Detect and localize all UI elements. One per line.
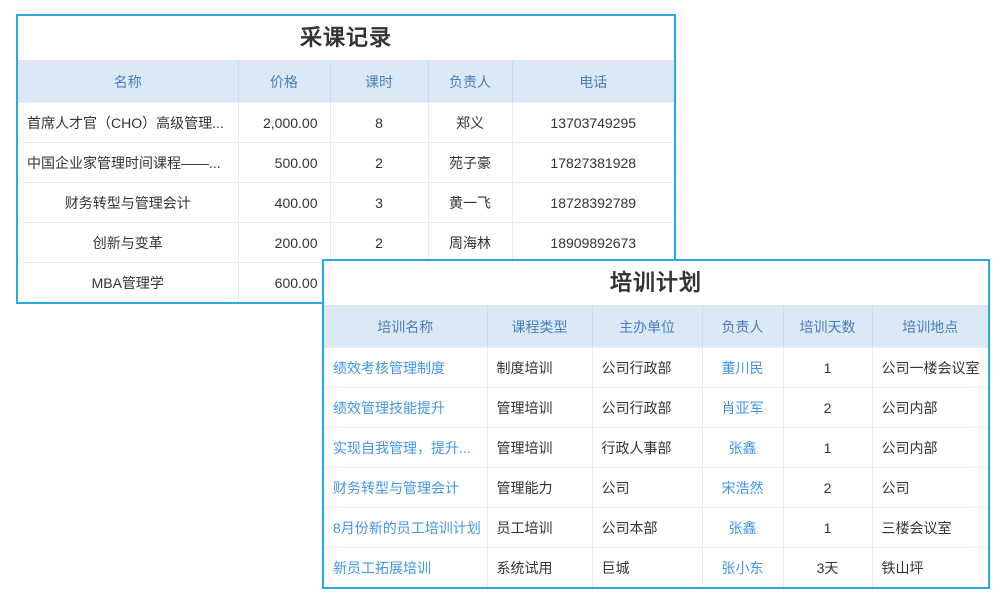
cell-phone: 17827381928 bbox=[512, 143, 674, 183]
cell-training-name: 新员工拓展培训 bbox=[324, 548, 487, 588]
cell-owner: 黄一飞 bbox=[428, 183, 512, 223]
cell-location: 公司内部 bbox=[872, 388, 988, 428]
cell-organizer: 巨城 bbox=[592, 548, 702, 588]
col-header-owner: 负责人 bbox=[428, 61, 512, 103]
cell-hours: 3 bbox=[330, 183, 428, 223]
col-header-phone: 电话 bbox=[512, 61, 674, 103]
cell-days: 2 bbox=[783, 468, 872, 508]
table-row: 首席人才官（CHO）高级管理... 2,000.00 8 郑义 13703749… bbox=[18, 103, 674, 143]
col-header-course-type: 课程类型 bbox=[487, 306, 592, 348]
cell-owner: 张鑫 bbox=[702, 508, 783, 548]
cell-price: 500.00 bbox=[238, 143, 330, 183]
owner-link[interactable]: 张鑫 bbox=[729, 520, 757, 536]
training-name-link[interactable]: 实现自我管理，提升... bbox=[333, 440, 471, 456]
owner-link[interactable]: 董川民 bbox=[722, 360, 764, 376]
cell-owner: 宋浩然 bbox=[702, 468, 783, 508]
cell-owner: 张鑫 bbox=[702, 428, 783, 468]
col-header-price: 价格 bbox=[238, 61, 330, 103]
cell-price: 600.00 bbox=[238, 263, 330, 303]
cell-days: 1 bbox=[783, 428, 872, 468]
cell-owner: 张小东 bbox=[702, 548, 783, 588]
cell-days: 1 bbox=[783, 508, 872, 548]
cell-organizer: 公司行政部 bbox=[592, 388, 702, 428]
cell-training-name: 实现自我管理，提升... bbox=[324, 428, 487, 468]
purchase-header-row: 名称 价格 课时 负责人 电话 bbox=[18, 61, 674, 103]
cell-location: 公司一楼会议室 bbox=[872, 348, 988, 388]
cell-course-type: 管理培训 bbox=[487, 428, 592, 468]
table-row: 实现自我管理，提升... 管理培训 行政人事部 张鑫 1 公司内部 bbox=[324, 428, 988, 468]
owner-link[interactable]: 张鑫 bbox=[729, 440, 757, 456]
cell-course-type: 管理能力 bbox=[487, 468, 592, 508]
cell-owner: 郑义 bbox=[428, 103, 512, 143]
cell-organizer: 行政人事部 bbox=[592, 428, 702, 468]
col-header-course-name: 名称 bbox=[18, 61, 238, 103]
cell-hours: 8 bbox=[330, 103, 428, 143]
table-row: 创新与变革 200.00 2 周海林 18909892673 bbox=[18, 223, 674, 263]
cell-location: 铁山坪 bbox=[872, 548, 988, 588]
cell-days: 3天 bbox=[783, 548, 872, 588]
training-table-title: 培训计划 bbox=[324, 261, 988, 306]
table-row: 中国企业家管理时间课程——... 500.00 2 苑子豪 1782738192… bbox=[18, 143, 674, 183]
table-row: 新员工拓展培训 系统试用 巨城 张小东 3天 铁山坪 bbox=[324, 548, 988, 588]
cell-price: 2,000.00 bbox=[238, 103, 330, 143]
training-name-link[interactable]: 财务转型与管理会计 bbox=[333, 480, 459, 496]
table-row: 绩效管理技能提升 管理培训 公司行政部 肖亚军 2 公司内部 bbox=[324, 388, 988, 428]
cell-organizer: 公司行政部 bbox=[592, 348, 702, 388]
cell-location: 公司内部 bbox=[872, 428, 988, 468]
cell-location: 三楼会议室 bbox=[872, 508, 988, 548]
cell-course-type: 管理培训 bbox=[487, 388, 592, 428]
cell-course-name: 中国企业家管理时间课程——... bbox=[18, 143, 238, 183]
cell-training-name: 8月份新的员工培训计划 bbox=[324, 508, 487, 548]
cell-course-type: 系统试用 bbox=[487, 548, 592, 588]
table-row: 绩效考核管理制度 制度培训 公司行政部 董川民 1 公司一楼会议室 bbox=[324, 348, 988, 388]
col-header-owner: 负责人 bbox=[702, 306, 783, 348]
cell-days: 1 bbox=[783, 348, 872, 388]
purchase-table-title: 采课记录 bbox=[18, 16, 674, 61]
training-plan-card: 培训计划 培训名称 课程类型 主办单位 负责人 培训天数 培训地点 绩效考核管理… bbox=[322, 259, 990, 589]
training-name-link[interactable]: 8月份新的员工培训计划 bbox=[333, 520, 481, 536]
owner-link[interactable]: 张小东 bbox=[722, 560, 764, 576]
col-header-training-name: 培训名称 bbox=[324, 306, 487, 348]
cell-course-type: 员工培训 bbox=[487, 508, 592, 548]
cell-owner: 董川民 bbox=[702, 348, 783, 388]
cell-phone: 18909892673 bbox=[512, 223, 674, 263]
cell-course-type: 制度培训 bbox=[487, 348, 592, 388]
col-header-location: 培训地点 bbox=[872, 306, 988, 348]
cell-training-name: 绩效管理技能提升 bbox=[324, 388, 487, 428]
cell-hours: 2 bbox=[330, 143, 428, 183]
cell-course-name: 创新与变革 bbox=[18, 223, 238, 263]
owner-link[interactable]: 宋浩然 bbox=[722, 480, 764, 496]
training-name-link[interactable]: 新员工拓展培训 bbox=[333, 560, 431, 576]
cell-training-name: 绩效考核管理制度 bbox=[324, 348, 487, 388]
cell-organizer: 公司本部 bbox=[592, 508, 702, 548]
cell-phone: 18728392789 bbox=[512, 183, 674, 223]
training-name-link[interactable]: 绩效考核管理制度 bbox=[333, 360, 445, 376]
cell-days: 2 bbox=[783, 388, 872, 428]
training-table: 培训名称 课程类型 主办单位 负责人 培训天数 培训地点 绩效考核管理制度 制度… bbox=[324, 306, 988, 587]
cell-owner: 肖亚军 bbox=[702, 388, 783, 428]
cell-organizer: 公司 bbox=[592, 468, 702, 508]
cell-hours: 2 bbox=[330, 223, 428, 263]
training-name-link[interactable]: 绩效管理技能提升 bbox=[333, 400, 445, 416]
table-row: 财务转型与管理会计 400.00 3 黄一飞 18728392789 bbox=[18, 183, 674, 223]
table-row: 8月份新的员工培训计划 员工培训 公司本部 张鑫 1 三楼会议室 bbox=[324, 508, 988, 548]
col-header-days: 培训天数 bbox=[783, 306, 872, 348]
cell-owner: 苑子豪 bbox=[428, 143, 512, 183]
training-header-row: 培训名称 课程类型 主办单位 负责人 培训天数 培训地点 bbox=[324, 306, 988, 348]
table-row: 财务转型与管理会计 管理能力 公司 宋浩然 2 公司 bbox=[324, 468, 988, 508]
cell-price: 200.00 bbox=[238, 223, 330, 263]
cell-course-name: MBA管理学 bbox=[18, 263, 238, 303]
cell-price: 400.00 bbox=[238, 183, 330, 223]
cell-course-name: 首席人才官（CHO）高级管理... bbox=[18, 103, 238, 143]
col-header-organizer: 主办单位 bbox=[592, 306, 702, 348]
owner-link[interactable]: 肖亚军 bbox=[722, 400, 764, 416]
cell-training-name: 财务转型与管理会计 bbox=[324, 468, 487, 508]
cell-location: 公司 bbox=[872, 468, 988, 508]
cell-phone: 13703749295 bbox=[512, 103, 674, 143]
cell-owner: 周海林 bbox=[428, 223, 512, 263]
col-header-hours: 课时 bbox=[330, 61, 428, 103]
cell-course-name: 财务转型与管理会计 bbox=[18, 183, 238, 223]
